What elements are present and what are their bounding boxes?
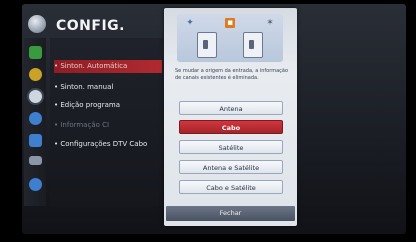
screen-bottom-bezel (0, 234, 416, 242)
menu-item-auto-tuning[interactable]: • Sinton. Automática (54, 60, 162, 73)
source-change-notice: Se mudar a origem da entrada, a informaç… (175, 68, 289, 81)
network-icon[interactable] (29, 178, 42, 191)
setup-icon[interactable] (29, 90, 42, 103)
close-button[interactable]: Fechar (166, 206, 295, 221)
option-antenna-button[interactable]: Antena (179, 101, 283, 115)
page-title: CONFIG. (56, 18, 125, 34)
category-rail (24, 38, 46, 206)
plug-right-icon (249, 40, 254, 49)
picture-icon[interactable] (29, 46, 42, 59)
option-antenna-satellite-button[interactable]: Antena e Satélite (179, 160, 283, 174)
menu-item-manual-tuning[interactable]: • Sinton. manual (54, 81, 162, 94)
plug-left-icon (203, 40, 208, 49)
time-icon[interactable] (29, 112, 42, 125)
source-illustration: ✦ ▪ ✶ (177, 14, 283, 62)
menu-item-ci-info: • Informação CI (54, 121, 110, 129)
config-header: CONFIG. (25, 10, 163, 40)
option-cable-button[interactable]: Cabo (179, 120, 283, 134)
menu-item-programme-edit[interactable]: • Edição programa (54, 99, 162, 112)
option-satellite-button[interactable]: Satélite (179, 140, 283, 154)
menu-item-dtv-cable-settings[interactable]: • Configurações DTV Cabo (54, 138, 162, 151)
setup-logo-icon (28, 15, 46, 33)
antenna-icon: ✦ (186, 18, 194, 28)
lock-icon[interactable] (29, 134, 42, 147)
setup-menu: • Sinton. Automática • Sinton. manual • … (50, 38, 163, 206)
input-source-dialog: ✦ ▪ ✶ Se mudar a origem da entrada, a in… (164, 8, 297, 226)
option-icon[interactable] (29, 156, 42, 165)
audio-icon[interactable] (29, 68, 42, 81)
satellite-icon: ✶ (266, 18, 274, 28)
option-cable-satellite-button[interactable]: Cabo e Satélite (179, 180, 283, 194)
cable-icon: ▪ (225, 18, 235, 28)
